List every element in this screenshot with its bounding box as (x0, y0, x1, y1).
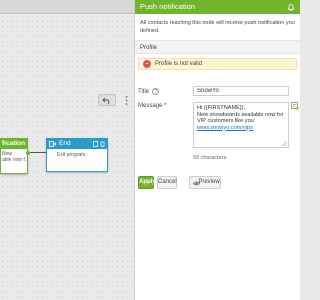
node-connector (28, 152, 46, 153)
push-notification-node[interactable]: fication Now able now f... (0, 138, 28, 174)
bell-icon (287, 4, 295, 11)
message-link[interactable]: www.snowyo.com/vips (197, 125, 285, 132)
end-node[interactable]: End Exit program (46, 138, 108, 172)
push-node-title: fication (1, 139, 27, 149)
preview-button[interactable]: Preview (189, 176, 221, 189)
editor-toolbar (0, 0, 134, 14)
profile-label: Profile (140, 45, 158, 51)
message-line2: New snowboards available now for VIP cus… (197, 111, 284, 125)
eye-icon (193, 181, 200, 185)
delete-icon[interactable] (100, 141, 105, 147)
warning-text: Profile is not valid (155, 61, 203, 67)
preview-label: Preview (198, 179, 220, 185)
more-options-button[interactable] (120, 94, 132, 106)
exit-icon (49, 141, 56, 147)
push-notification-panel: Push notification All contacts reaching … (134, 0, 300, 300)
title-input[interactable] (193, 86, 289, 96)
connector-handle[interactable] (26, 150, 30, 155)
resize-handle-icon[interactable] (282, 141, 287, 146)
error-icon: – (143, 60, 151, 68)
undo-icon (102, 97, 110, 104)
message-label: Message * (138, 103, 167, 109)
cancel-button[interactable]: Cancel (157, 176, 177, 189)
note-icon (93, 141, 98, 147)
profile-selector[interactable]: Profile (135, 40, 300, 54)
message-textarea[interactable]: Hi {{FIRSTNAME}}, New snowboards availab… (193, 102, 289, 148)
panel-title: Push notification (140, 2, 196, 11)
title-label: Title (138, 89, 150, 95)
undo-button[interactable] (98, 94, 116, 106)
more-vertical-icon (125, 95, 127, 105)
panel-description: All contacts reaching this node will rec… (140, 20, 295, 34)
apply-button[interactable]: Apply (138, 176, 156, 189)
end-node-title: End (59, 140, 71, 147)
end-node-body: Exit program (57, 152, 86, 158)
profile-warning: – Profile is not valid (138, 58, 297, 70)
character-count: 93 characters (193, 155, 227, 161)
help-icon[interactable]: ? (152, 88, 160, 95)
personalize-icon[interactable] (291, 102, 299, 110)
push-node-line2: able now f... (2, 157, 27, 163)
panel-header: Push notification (135, 0, 300, 14)
